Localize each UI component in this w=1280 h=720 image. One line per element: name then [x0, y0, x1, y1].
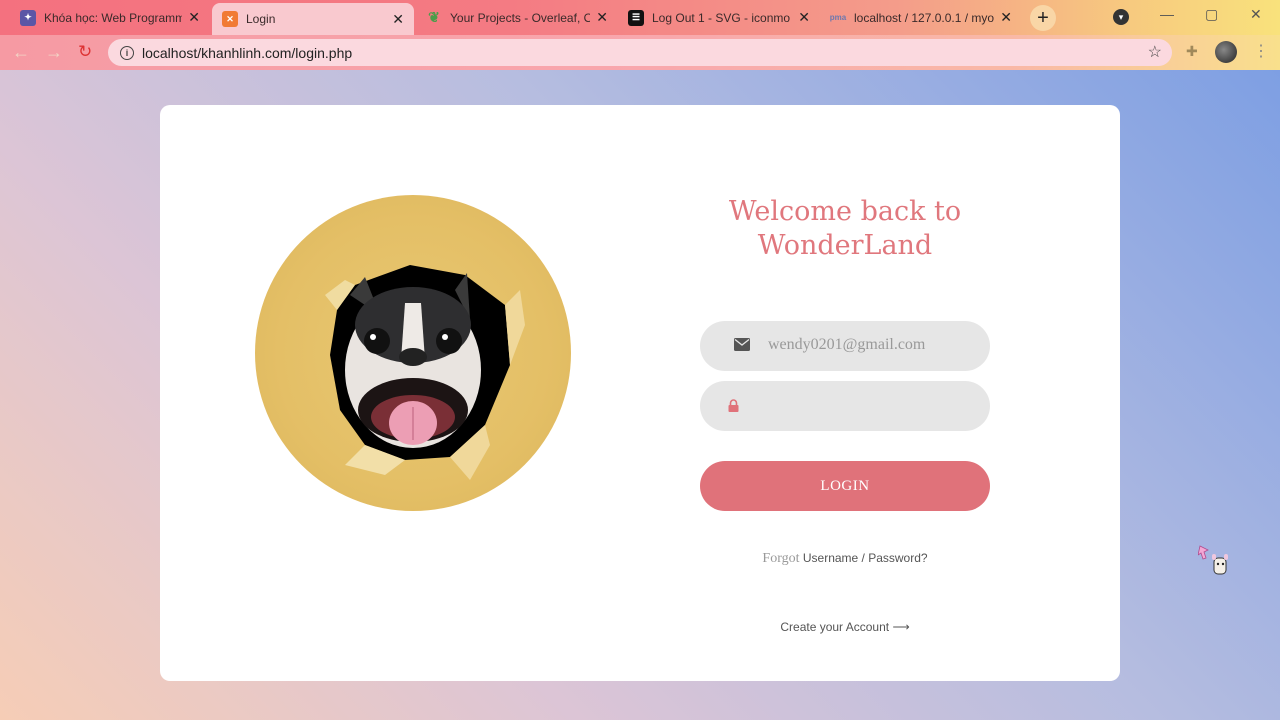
- xampp-icon: ✕: [222, 11, 238, 27]
- iconmonstr-icon: ☰: [628, 9, 644, 26]
- browser-menu-icon[interactable]: ⋮: [1253, 41, 1269, 61]
- login-button[interactable]: LOGIN: [700, 461, 990, 511]
- tab-overleaf[interactable]: ❦ Your Projects - Overleaf, O ✕: [416, 3, 618, 32]
- window-close-icon[interactable]: ✕: [1250, 6, 1262, 23]
- arrow-right-icon: ⟶: [892, 620, 910, 634]
- address-bar[interactable]: i localhost/khanhlinh.com/login.php ☆: [108, 39, 1172, 66]
- maximize-icon[interactable]: ▢: [1205, 6, 1218, 23]
- welcome-line-1: Welcome back to: [728, 196, 962, 227]
- page-background: Welcome back to WonderLand wendy0201@gma…: [0, 70, 1280, 720]
- new-tab-button[interactable]: +: [1030, 5, 1056, 31]
- tab-title: localhost / 127.0.0.1 / myo: [854, 10, 995, 25]
- welcome-heading: Welcome back to WonderLand: [700, 195, 990, 263]
- profile-avatar[interactable]: [1215, 41, 1237, 63]
- reload-icon[interactable]: ↻: [78, 42, 92, 62]
- email-value: wendy0201@gmail.com: [768, 336, 926, 353]
- back-icon[interactable]: ←: [12, 42, 30, 63]
- tab-iconmonstr[interactable]: ☰ Log Out 1 - SVG - iconmo ✕: [618, 3, 820, 32]
- dog-image: [325, 265, 525, 480]
- tab-title: Log Out 1 - SVG - iconmo: [652, 10, 791, 25]
- envelope-icon: [734, 338, 750, 351]
- close-icon[interactable]: ✕: [188, 9, 200, 26]
- extensions-icon[interactable]: ✚: [1186, 43, 1198, 60]
- welcome-line-2: WonderLand: [757, 230, 933, 261]
- close-icon[interactable]: ✕: [1000, 9, 1012, 26]
- animated-cursor-icon: [1198, 545, 1228, 575]
- minimize-icon[interactable]: —: [1160, 6, 1174, 22]
- forgot-link[interactable]: Username / Password?: [803, 551, 928, 565]
- browser-toolbar: ← → ↻ i localhost/khanhlinh.com/login.ph…: [0, 35, 1280, 70]
- tab-login[interactable]: ✕ Login ✕: [212, 3, 414, 35]
- tab-phpmyadmin[interactable]: pma localhost / 127.0.0.1 / myo ✕: [820, 3, 1022, 32]
- password-field[interactable]: [700, 381, 990, 431]
- email-field[interactable]: wendy0201@gmail.com: [700, 321, 990, 371]
- overleaf-icon: ❦: [428, 9, 440, 25]
- university-icon: ✦: [20, 9, 36, 26]
- lock-icon: [728, 399, 739, 412]
- tab-web-programming[interactable]: ✦ Khóa học: Web Programm ✕: [10, 3, 210, 32]
- tab-search-icon[interactable]: ▾: [1113, 9, 1129, 25]
- forgot-credentials: Forgot Username / Password?: [700, 551, 990, 567]
- tab-title: Khóa học: Web Programm: [44, 10, 183, 25]
- close-icon[interactable]: ✕: [798, 9, 810, 26]
- login-card: Welcome back to WonderLand wendy0201@gma…: [160, 105, 1120, 681]
- tab-title: Your Projects - Overleaf, O: [450, 10, 591, 25]
- bookmark-star-icon[interactable]: ☆: [1148, 42, 1162, 62]
- close-icon[interactable]: ✕: [596, 9, 608, 26]
- forward-icon[interactable]: →: [45, 42, 63, 63]
- dog-illustration: [255, 195, 571, 511]
- create-account-label: Create your Account: [780, 620, 890, 634]
- forgot-prefix: Forgot: [762, 551, 800, 566]
- site-info-icon[interactable]: i: [120, 45, 134, 60]
- create-account-link[interactable]: Create your Account ⟶: [700, 620, 990, 634]
- phpmyadmin-icon: pma: [829, 13, 847, 22]
- tab-title: Login: [246, 12, 276, 26]
- browser-tab-bar: ✦ Khóa học: Web Programm ✕ ✕ Login ✕ ❦ Y…: [0, 0, 1280, 35]
- url-text: localhost/khanhlinh.com/login.php: [142, 44, 353, 61]
- close-icon[interactable]: ✕: [392, 11, 404, 28]
